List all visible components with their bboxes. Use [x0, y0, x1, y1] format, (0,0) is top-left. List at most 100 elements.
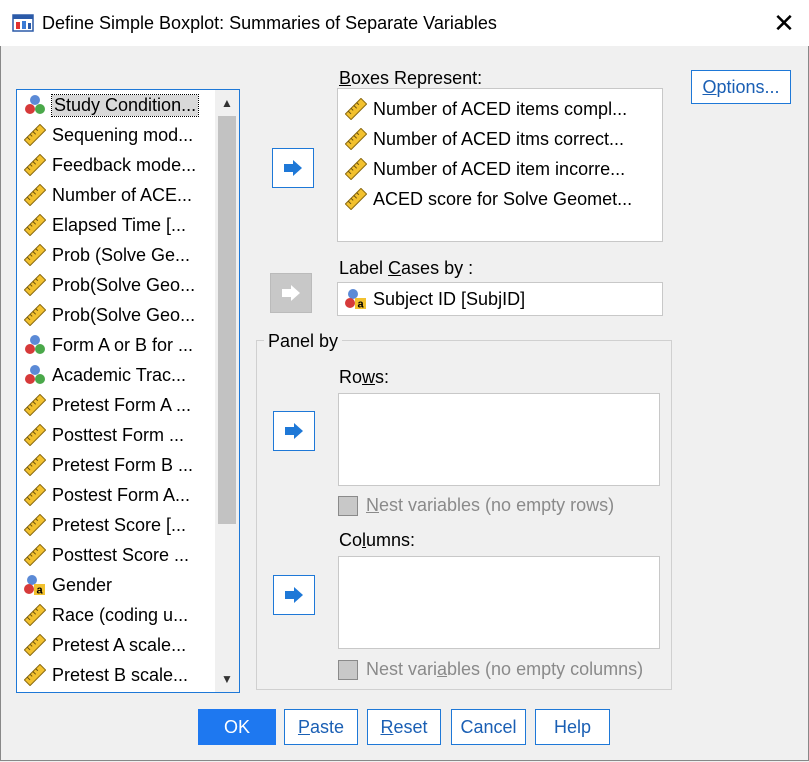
scale-icon — [345, 128, 367, 150]
scrollbar-thumb[interactable] — [218, 116, 236, 524]
window-title: Define Simple Boxplot: Summaries of Sepa… — [42, 13, 497, 33]
variable-label: Sequening mod... — [52, 124, 194, 145]
list-item[interactable]: Form A or B for ... — [17, 330, 215, 360]
right-arrow-icon — [282, 285, 300, 301]
scroll-up-arrow-icon[interactable]: ▲ — [215, 92, 239, 114]
list-item[interactable]: Postest Form A... — [17, 480, 215, 510]
boxes-item-label: ACED score for Solve Geomet... — [373, 188, 633, 209]
ok-button[interactable]: OK — [198, 709, 276, 745]
variable-label: Pretest Form B ... — [52, 454, 194, 475]
variable-label: Postest Form A... — [52, 484, 191, 505]
scale-icon — [24, 244, 46, 266]
right-arrow-icon — [285, 423, 303, 439]
list-item[interactable]: Race (coding u... — [17, 600, 215, 630]
title-bar: Define Simple Boxplot: Summaries of Sepa… — [0, 0, 809, 46]
options-button[interactable]: Options... — [691, 70, 791, 104]
label-cases-item: a Subject ID [SubjID] — [338, 283, 662, 315]
boxes-represent-label: Boxes Represent: — [339, 68, 483, 88]
label-cases-value: Subject ID [SubjID] — [373, 288, 526, 309]
list-item[interactable]: Pretest Form A ... — [17, 390, 215, 420]
nest-rows-label: Nest variables (no empty rows) — [366, 495, 615, 515]
move-to-boxes-button[interactable] — [272, 148, 314, 188]
columns-label: Columns: — [339, 530, 416, 550]
nest-columns-label: Nest variables (no empty columns) — [366, 659, 644, 679]
list-item[interactable]: Pretest B scale... — [17, 660, 215, 690]
list-item[interactable]: Number of ACE... — [17, 180, 215, 210]
variable-label: Prob (Solve Ge... — [52, 244, 191, 265]
variable-label: Pretest Form A ... — [52, 394, 192, 415]
help-button[interactable]: Help — [535, 709, 610, 745]
move-to-rows-button[interactable] — [273, 411, 315, 451]
variable-list-scrollbar[interactable]: ▲ ▼ — [215, 90, 239, 692]
list-item[interactable]: Posttest Score ... — [17, 540, 215, 570]
svg-text:a: a — [357, 299, 364, 311]
variable-label: Prob(Solve Geo... — [52, 274, 196, 295]
scale-icon — [24, 304, 46, 326]
list-item[interactable]: Number of ACED items compl... — [338, 94, 662, 124]
nest-rows-checkbox-row[interactable]: Nest variables (no empty rows) — [338, 495, 614, 516]
variable-label: Gender — [52, 574, 113, 595]
nest-columns-checkbox[interactable] — [338, 659, 358, 680]
right-arrow-icon — [284, 160, 302, 176]
nest-columns-checkbox-row[interactable]: Nest variables (no empty columns) — [338, 659, 643, 680]
scale-icon — [24, 634, 46, 656]
list-item[interactable]: Prob(Solve Geo... — [17, 270, 215, 300]
string-nominal-icon: a — [24, 574, 46, 596]
list-item[interactable]: Sequening mod... — [17, 120, 215, 150]
list-item[interactable]: Number of ACED itms correct... — [338, 124, 662, 154]
variable-label: Form A or B for ... — [52, 334, 194, 355]
scale-icon — [24, 184, 46, 206]
scale-icon — [345, 188, 367, 210]
boxes-item-label: Number of ACED item incorre... — [373, 158, 626, 179]
list-item[interactable]: Pretest A scale... — [17, 630, 215, 660]
list-item[interactable]: a Gender — [17, 570, 215, 600]
list-item[interactable]: Prob(Solve Geo... — [17, 300, 215, 330]
list-item[interactable]: Academic Trac... — [17, 360, 215, 390]
close-button[interactable]: ✕ — [759, 0, 809, 46]
scale-icon — [24, 124, 46, 146]
close-icon: ✕ — [773, 7, 795, 38]
variable-label: Posttest Form ... — [52, 424, 185, 445]
scroll-down-arrow-icon[interactable]: ▼ — [215, 668, 239, 690]
options-button-label: Options... — [702, 76, 780, 97]
scale-icon — [24, 214, 46, 236]
variable-label: Race (coding u... — [52, 604, 189, 625]
list-item[interactable]: ACED score for Solve Geomet... — [338, 184, 662, 214]
list-item[interactable]: Study Condition... — [17, 90, 215, 120]
variable-label: Study Condition... — [50, 93, 200, 117]
variable-label: Feedback mode... — [52, 154, 197, 175]
nominal-icon — [24, 364, 46, 386]
reset-button[interactable]: Reset — [367, 709, 441, 745]
list-item[interactable]: Feedback mode... — [17, 150, 215, 180]
svg-text:a: a — [36, 585, 43, 597]
rows-list[interactable] — [338, 393, 660, 486]
paste-button[interactable]: Paste — [284, 709, 358, 745]
label-cases-by-field[interactable]: a Subject ID [SubjID] — [337, 282, 663, 316]
scale-icon — [345, 98, 367, 120]
scale-icon — [24, 544, 46, 566]
boxes-represent-list[interactable]: Number of ACED items compl... Number of A… — [337, 88, 663, 242]
list-item[interactable]: Pretest Form B ... — [17, 450, 215, 480]
scale-icon — [24, 274, 46, 296]
list-item[interactable]: Pretest Score [... — [17, 510, 215, 540]
list-item[interactable]: Elapsed Time [... — [17, 210, 215, 240]
list-item[interactable]: Prob (Solve Ge... — [17, 240, 215, 270]
variable-label: Elapsed Time [... — [52, 214, 187, 235]
boxes-item-label: Number of ACED items compl... — [373, 98, 628, 119]
list-item[interactable]: Number of ACED item incorre... — [338, 154, 662, 184]
source-variable-list[interactable]: Study Condition... Sequening mod... Feedba… — [16, 89, 240, 693]
move-to-label-cases-button[interactable] — [270, 273, 312, 313]
right-arrow-icon — [285, 587, 303, 603]
variable-label: Posttest Score ... — [52, 544, 190, 565]
variable-label: Pretest B scale... — [52, 664, 189, 685]
columns-list[interactable] — [338, 556, 660, 649]
scale-icon — [24, 424, 46, 446]
list-item[interactable]: Posttest Form ... — [17, 420, 215, 450]
scale-icon — [345, 158, 367, 180]
cancel-button[interactable]: Cancel — [451, 709, 526, 745]
boxes-item-label: Number of ACED itms correct... — [373, 128, 625, 149]
move-to-columns-button[interactable] — [273, 575, 315, 615]
variable-label: Pretest Score [... — [52, 514, 187, 535]
scale-icon — [24, 484, 46, 506]
nest-rows-checkbox[interactable] — [338, 495, 358, 516]
